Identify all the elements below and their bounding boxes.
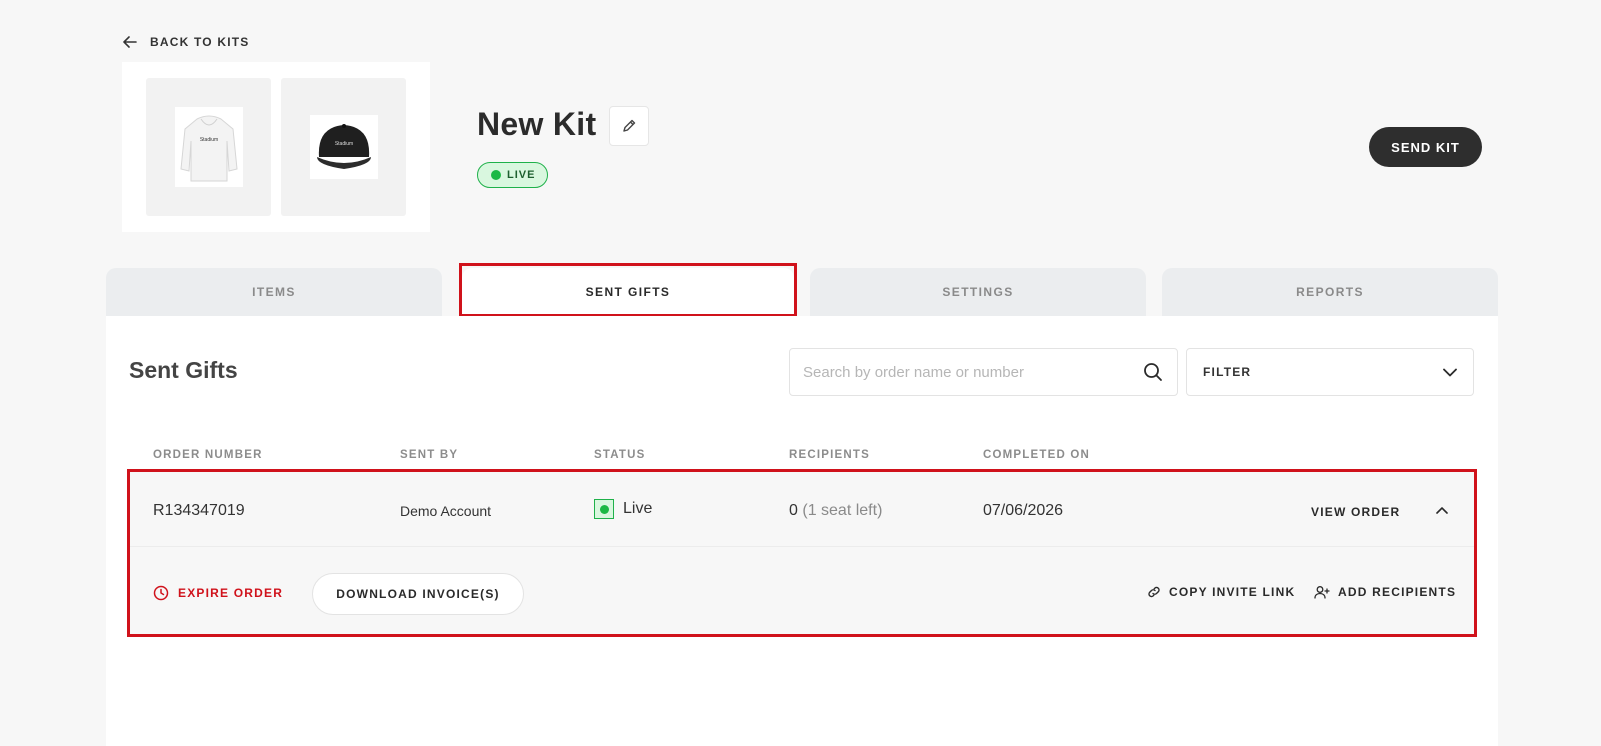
order-number: R134347019 [153,502,245,519]
arrow-left-icon [123,36,137,48]
order-status: Live [594,499,652,519]
download-invoices-button[interactable]: DOWNLOAD INVOICE(S) [312,573,524,615]
tab-reports[interactable]: REPORTS [1162,268,1498,316]
tab-sent-gifts[interactable]: SENT GIFTS [462,268,794,316]
status-live-icon [594,499,614,519]
chevron-up-icon[interactable] [1433,503,1451,519]
tab-settings[interactable]: SETTINGS [810,268,1146,316]
copy-invite-link-button[interactable]: COPY INVITE LINK [1147,585,1295,599]
copy-invite-link-label: COPY INVITE LINK [1169,585,1296,599]
expire-order-button[interactable]: EXPIRE ORDER [153,585,283,601]
hoodie-brand-text: Stadium [199,137,217,143]
add-user-icon [1314,586,1330,599]
seats-left: (1 seat left) [802,502,883,519]
column-header-sent-by: SENT BY [400,449,459,461]
edit-title-button[interactable] [609,106,649,146]
add-recipients-label: ADD RECIPIENTS [1338,585,1457,599]
view-order-button[interactable]: VIEW ORDER [1311,505,1400,519]
add-recipients-button[interactable]: ADD RECIPIENTS [1314,585,1456,599]
kit-item-thumbnail-cap: Stadium [281,78,406,216]
link-icon [1148,586,1160,598]
pencil-icon [623,119,636,132]
kit-item-thumbnail-hoodie: Stadium [146,78,271,216]
recipients: 0 (1 seat left) [789,502,882,520]
kit-status-badge: LIVE [477,162,549,188]
chevron-down-icon [1443,368,1457,376]
kit-images: Stadium Stadium [122,62,430,232]
cap-image: Stadium [309,115,378,179]
column-header-completed-on: COMPLETED ON [983,449,1091,461]
search-box [789,348,1178,396]
recipients-count: 0 [789,502,798,519]
column-header-recipients: RECIPIENTS [789,449,871,461]
search-input[interactable] [803,363,1143,381]
filter-dropdown[interactable]: FILTER [1186,348,1474,396]
sent-by: Demo Account [400,503,492,519]
tab-items[interactable]: ITEMS [106,268,442,316]
section-title: Sent Gifts [129,357,238,383]
expire-order-label: EXPIRE ORDER [178,586,284,600]
filter-label: FILTER [1203,365,1252,379]
cap-brand-text: Stadium [334,141,352,147]
search-icon[interactable] [1143,362,1163,382]
kit-status-label: LIVE [507,169,536,181]
back-to-kits-label: BACK TO KITS [150,35,250,49]
back-to-kits-link[interactable]: BACK TO KITS [122,34,250,50]
completed-on: 07/06/2026 [983,502,1064,519]
column-header-status: STATUS [594,449,646,461]
hoodie-image: Stadium [174,107,243,187]
kit-title: New Kit [477,106,597,142]
send-kit-button[interactable]: SEND KIT [1369,127,1482,167]
clock-icon [153,585,169,601]
column-header-order-number: ORDER NUMBER [153,449,263,461]
live-dot-icon [491,170,501,180]
status-label: Live [623,500,653,517]
